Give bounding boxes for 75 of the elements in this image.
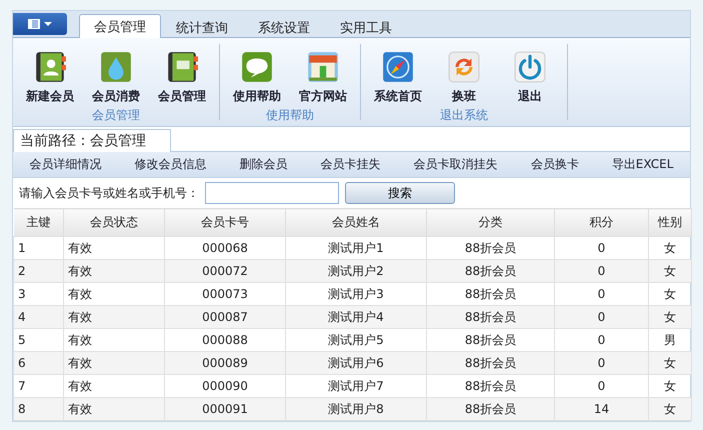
table-cell: 女: [648, 306, 692, 328]
table-cell: 000089: [164, 352, 286, 374]
ribbon-tab[interactable]: 会员管理: [79, 14, 161, 38]
ribbon-button[interactable]: 系统首页: [365, 44, 431, 105]
ribbon-button[interactable]: 新建会员: [17, 44, 83, 105]
column-header[interactable]: 会员卡号: [164, 208, 286, 236]
ribbon-tab[interactable]: 系统设置: [243, 16, 325, 38]
toolbar-link[interactable]: 修改会员信息: [128, 155, 213, 174]
table-cell: 2: [14, 260, 64, 282]
water-drop-icon: [99, 50, 133, 84]
group-label: 会员管理: [92, 107, 140, 124]
swap-arrows-icon: [447, 50, 481, 84]
toolbar-link[interactable]: 会员卡挂失: [314, 155, 387, 174]
table-cell: 000068: [164, 236, 286, 260]
table-cell: 0: [554, 306, 648, 328]
contact-book-icon: [33, 50, 67, 84]
ribbon-tab[interactable]: 统计查询: [161, 16, 243, 38]
table-cell: 88折会员: [426, 236, 554, 260]
table-cell: 6: [14, 352, 64, 374]
table-cell: 88折会员: [426, 260, 554, 282]
toolbar-link[interactable]: 导出EXCEL: [606, 155, 680, 174]
table-cell: 有效: [64, 236, 164, 260]
table-cell: 测试用户4: [286, 306, 426, 328]
group-label: 退出系统: [440, 107, 488, 124]
menu-icon: [26, 18, 54, 30]
table-cell: 测试用户1: [286, 236, 426, 260]
table-cell: 88折会员: [426, 352, 554, 374]
ribbon-button[interactable]: 换班: [431, 44, 497, 105]
speech-bubble-icon: [240, 50, 274, 84]
table-cell: 有效: [64, 398, 164, 420]
table-cell: 女: [648, 352, 692, 374]
table-cell: 88折会员: [426, 306, 554, 328]
ribbon-tab[interactable]: 实用工具: [325, 16, 407, 38]
ribbon-button[interactable]: 官方网站: [290, 44, 356, 105]
table-cell: 测试用户8: [286, 398, 426, 420]
ribbon-button[interactable]: 退出: [497, 44, 563, 105]
storefront-icon: [306, 50, 340, 84]
compass-icon: [381, 50, 415, 84]
toolbar-link[interactable]: 会员详细情况: [24, 155, 108, 174]
table-cell: 有效: [64, 352, 164, 374]
column-header[interactable]: 主键: [14, 208, 64, 236]
table-cell: 000091: [164, 398, 286, 420]
group-label: 使用帮助: [266, 107, 314, 124]
table-cell: 000087: [164, 306, 286, 328]
table-cell: 女: [648, 398, 692, 420]
table-cell: 1: [14, 236, 64, 260]
column-header[interactable]: 会员状态: [64, 208, 164, 236]
table-cell: 4: [14, 306, 64, 328]
ribbon-button[interactable]: 会员消费: [83, 44, 149, 105]
table-cell: 测试用户2: [286, 260, 426, 282]
table-cell: 8: [14, 398, 64, 420]
table-cell: 0: [554, 260, 648, 282]
power-icon: [513, 50, 547, 84]
column-header[interactable]: 积分: [554, 208, 648, 236]
column-header[interactable]: 性别: [648, 208, 692, 236]
table-cell: 测试用户6: [286, 352, 426, 374]
table-cell: 0: [554, 352, 648, 374]
toolbar-link[interactable]: 会员换卡: [524, 155, 585, 174]
table-cell: 88折会员: [426, 398, 554, 420]
app-menu-button[interactable]: [13, 13, 67, 35]
table-cell: 有效: [64, 306, 164, 328]
table-cell: 14: [554, 398, 648, 420]
ribbon-button[interactable]: 使用帮助: [224, 44, 290, 105]
toolbar-link[interactable]: 会员卡取消挂失: [408, 155, 504, 174]
toolbar-link[interactable]: 删除会员: [234, 155, 294, 174]
search-button[interactable]: 搜索: [345, 182, 455, 204]
book-icon: [165, 50, 199, 84]
search-label: 请输入会员卡号或姓名或手机号：: [19, 184, 199, 202]
ribbon-button[interactable]: 会员管理: [149, 44, 215, 105]
column-header[interactable]: 分类: [426, 208, 554, 236]
column-header[interactable]: 会员姓名: [286, 208, 426, 236]
table-cell: 000072: [164, 260, 286, 282]
search-field[interactable]: [205, 182, 339, 204]
table-cell: 有效: [64, 260, 164, 282]
table-cell: 女: [648, 260, 692, 282]
